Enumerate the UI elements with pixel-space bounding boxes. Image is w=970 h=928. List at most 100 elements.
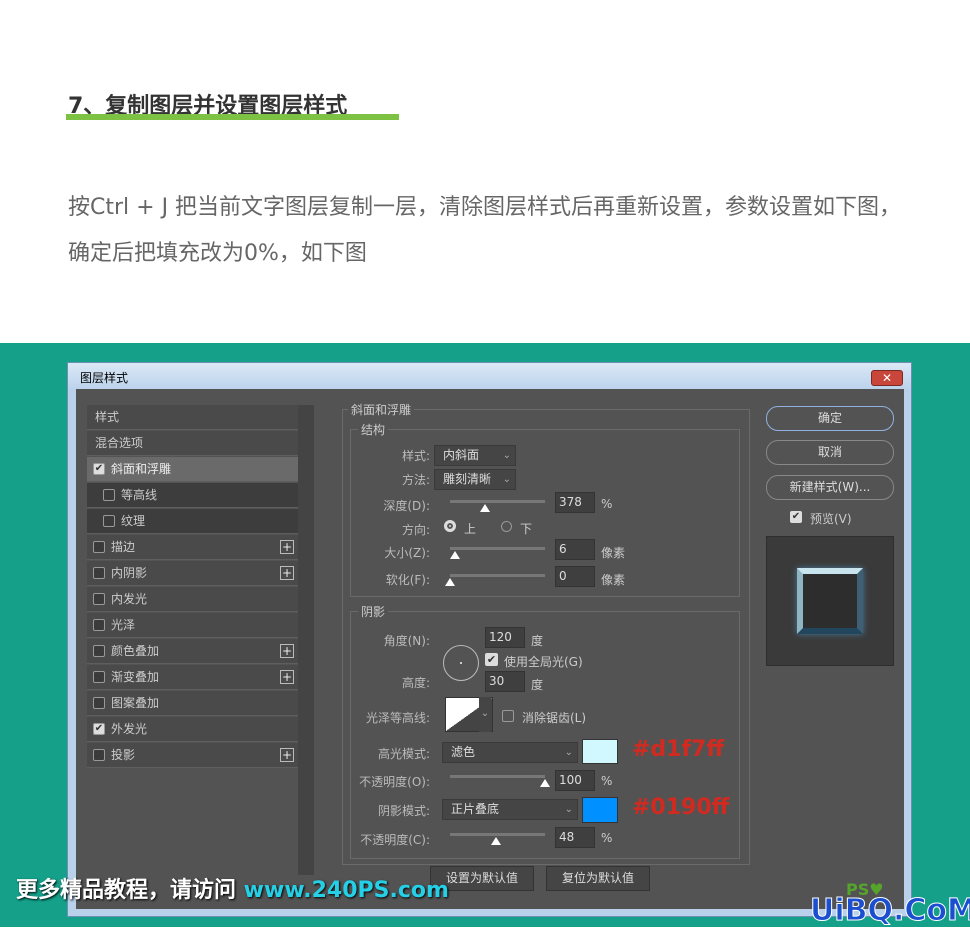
slider-thumb[interactable] — [490, 837, 501, 845]
plus-icon[interactable]: + — [280, 540, 294, 554]
soften-unit: 像素 — [601, 573, 626, 587]
highlight-opacity-input[interactable]: 100 — [555, 770, 595, 791]
checkbox[interactable] — [93, 748, 105, 761]
sidebar-item[interactable]: 纹理 — [87, 509, 298, 534]
direction-up-label: 上 — [464, 522, 477, 536]
highlight-mode-label: 高光模式: — [377, 747, 430, 761]
technique-label: 方法: — [401, 473, 430, 487]
highlight-mode-select[interactable]: 滤色 ⌄ — [442, 742, 578, 763]
shadow-opacity-slider[interactable] — [450, 833, 545, 845]
plus-icon[interactable]: + — [280, 644, 294, 658]
checkbox[interactable] — [103, 514, 115, 527]
depth-input[interactable]: 378 — [555, 492, 595, 513]
checkbox[interactable] — [93, 670, 105, 683]
altitude-input[interactable]: 30 — [485, 671, 525, 692]
plus-icon[interactable]: + — [280, 670, 294, 684]
sidebar-item-label: 投影 — [111, 748, 136, 762]
soften-input[interactable]: 0 — [555, 566, 595, 587]
ok-button[interactable]: 确定 — [766, 406, 894, 431]
reset-default-button[interactable]: 复位为默认值 — [546, 866, 650, 891]
shadow-opacity-label: 不透明度(C): — [360, 833, 430, 847]
checkbox[interactable]: ✔ — [93, 462, 105, 475]
shadow-mode-select[interactable]: 正片叠底 ⌄ — [442, 799, 578, 820]
shadow-color-swatch[interactable] — [582, 797, 618, 823]
new-style-button[interactable]: 新建样式(W)... — [766, 475, 894, 500]
antialias-checkbox[interactable] — [502, 710, 514, 722]
sidebar-item-label: 颜色叠加 — [111, 644, 160, 658]
angle-label: 角度(N): — [383, 634, 430, 648]
style-select[interactable]: 内斜面 ⌄ — [434, 445, 516, 466]
slider-thumb[interactable] — [445, 578, 455, 586]
depth-unit: % — [601, 497, 613, 511]
checkbox[interactable] — [93, 540, 105, 553]
global-light-checkbox[interactable]: ✔ — [485, 653, 498, 666]
altitude-unit: 度 — [531, 678, 544, 692]
sidebar-item[interactable]: 颜色叠加 + — [87, 639, 298, 664]
sidebar-item[interactable]: ✔ 外发光 — [87, 717, 298, 742]
sidebar-item[interactable]: 光泽 — [87, 613, 298, 638]
close-button[interactable]: ✕ — [871, 370, 903, 386]
layer-style-dialog: 图层样式 ✕ 样式 混合选项 ✔ 斜面和浮雕等高线纹理描边 + 内阴影 + 内发光光泽颜色叠加… — [67, 362, 912, 917]
soften-slider[interactable] — [445, 574, 545, 586]
checkbox[interactable]: ✔ — [93, 722, 105, 735]
sidebar-item[interactable]: 内阴影 + — [87, 561, 298, 586]
direction-down-radio[interactable] — [501, 521, 512, 532]
highlight-color-swatch[interactable] — [582, 739, 618, 764]
sidebar-item[interactable]: ✔ 斜面和浮雕 — [87, 457, 298, 482]
highlight-mode-value: 滤色 — [451, 745, 476, 759]
checkbox[interactable] — [93, 566, 105, 579]
checkbox[interactable] — [93, 696, 105, 709]
watermark-url: www.240PS.com — [243, 878, 449, 903]
sidebar-item[interactable]: 混合选项 — [87, 431, 298, 456]
global-light-label: 使用全局光(G) — [504, 655, 583, 669]
chevron-down-icon: ⌄ — [564, 804, 573, 815]
sidebar-item-label: 内阴影 — [111, 566, 148, 580]
checkbox[interactable] — [93, 644, 105, 657]
preview-shape — [797, 568, 863, 634]
title-bar: 图层样式 ✕ — [68, 363, 911, 389]
angle-dial[interactable] — [443, 645, 479, 681]
checkbox[interactable] — [93, 618, 105, 631]
shadow-opacity-input[interactable]: 48 — [555, 827, 595, 848]
slider-thumb[interactable] — [480, 504, 491, 512]
size-slider[interactable] — [449, 547, 545, 559]
size-label: 大小(Z): — [384, 546, 430, 560]
sidebar-item-label: 渐变叠加 — [111, 670, 160, 684]
sidebar-item[interactable]: 投影 + — [87, 743, 298, 768]
scrollbar[interactable] — [298, 405, 314, 875]
depth-slider[interactable] — [450, 500, 545, 512]
plus-icon[interactable]: + — [280, 748, 294, 762]
watermark-text: 更多精品教程，请访问 www.240PS.com — [16, 872, 449, 904]
chevron-down-icon: ⌄ — [502, 450, 511, 461]
chevron-down-icon: ⌄ — [564, 747, 573, 758]
chevron-down-icon[interactable]: ⌄ — [479, 697, 491, 732]
altitude-label: 高度: — [401, 676, 430, 690]
style-value: 内斜面 — [443, 448, 480, 462]
direction-up-radio[interactable] — [444, 520, 456, 532]
sidebar-item-label: 纹理 — [121, 514, 146, 528]
sidebar-item[interactable]: 渐变叠加 + — [87, 665, 298, 690]
preview-checkbox[interactable]: ✔ — [790, 511, 802, 523]
structure-legend: 结构 — [358, 421, 389, 438]
percent-unit: % — [601, 831, 613, 845]
sidebar-item[interactable]: 内发光 — [87, 587, 298, 612]
soften-label: 软化(F): — [385, 573, 430, 587]
highlight-opacity-slider[interactable] — [450, 775, 550, 787]
slider-thumb[interactable] — [449, 551, 460, 559]
angle-input[interactable]: 120 — [485, 627, 525, 648]
checkbox[interactable] — [103, 488, 115, 501]
sidebar-item-label: 内发光 — [111, 592, 148, 606]
plus-icon[interactable]: + — [280, 566, 294, 580]
technique-select[interactable]: 雕刻清晰 ⌄ — [434, 469, 516, 490]
sidebar-item[interactable]: 等高线 — [87, 483, 298, 508]
slider-thumb[interactable] — [540, 779, 550, 787]
dialog-body: 样式 混合选项 ✔ 斜面和浮雕等高线纹理描边 + 内阴影 + 内发光光泽颜色叠加 + 渐变叠加 + 图… — [76, 389, 904, 909]
size-input[interactable]: 6 — [555, 539, 595, 560]
sidebar-item-label: 光泽 — [111, 618, 136, 632]
cancel-button[interactable]: 取消 — [766, 440, 894, 465]
sidebar-item-label: 等高线 — [121, 488, 158, 502]
sidebar-item[interactable]: 样式 — [87, 405, 298, 430]
checkbox[interactable] — [93, 592, 105, 605]
sidebar-item[interactable]: 描边 + — [87, 535, 298, 560]
sidebar-item[interactable]: 图案叠加 — [87, 691, 298, 716]
